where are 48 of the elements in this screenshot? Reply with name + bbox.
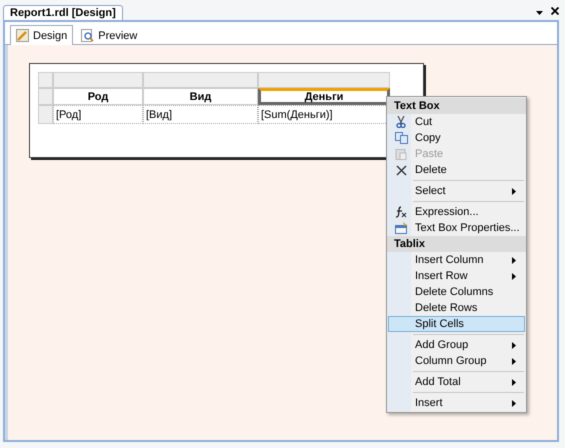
menu-item[interactable]: Column Group <box>388 353 525 369</box>
scissors-icon <box>395 116 407 128</box>
pencil-icon <box>16 29 29 42</box>
view-tab[interactable]: Preview <box>75 25 144 45</box>
submenu-arrow-icon <box>512 188 516 194</box>
header-cell[interactable]: Род <box>53 88 143 105</box>
menu-item[interactable]: Select <box>388 183 525 199</box>
submenu-arrow-icon <box>512 400 516 406</box>
submenu-arrow-icon <box>512 342 516 348</box>
delete-icon <box>396 164 406 176</box>
menu-item[interactable]: Delete Rows <box>388 300 525 316</box>
menu-item[interactable]: Cut <box>388 114 525 130</box>
menu-item[interactable]: Insert Row <box>388 268 525 284</box>
copy-icon <box>394 132 408 144</box>
menu-item[interactable]: Add Group <box>388 337 525 353</box>
magnifier-icon <box>81 29 94 42</box>
menu-item[interactable]: Copy <box>388 130 525 146</box>
function-icon <box>395 206 407 218</box>
menu-item[interactable]: Delete Columns <box>388 284 525 300</box>
corner-handle <box>38 72 53 88</box>
properties-icon <box>394 222 408 234</box>
column-handle[interactable] <box>143 72 258 88</box>
paste-icon <box>395 148 407 160</box>
submenu-arrow-icon <box>512 272 516 280</box>
submenu-arrow-icon <box>512 378 516 386</box>
submenu-arrow-icon <box>512 256 516 264</box>
menu-section-header: Text Box <box>387 98 526 114</box>
table-cell[interactable]: [Вид] <box>143 105 258 124</box>
menu-item[interactable]: Text Box Properties... <box>388 220 525 236</box>
header-cell[interactable]: Вид <box>143 88 258 105</box>
dropdown-icon[interactable] <box>536 11 543 15</box>
menu-item[interactable]: Insert Column <box>388 252 525 268</box>
menu-item[interactable]: Delete <box>388 162 525 178</box>
menu-item[interactable]: Split Cells <box>388 316 525 332</box>
table-cell[interactable]: [Род] <box>53 105 143 124</box>
menu-item[interactable]: Expression... <box>388 204 525 220</box>
view-tab[interactable]: Design <box>10 25 74 45</box>
column-handle[interactable] <box>258 72 390 88</box>
document-tab[interactable]: Report1.rdl [Design] <box>3 5 123 20</box>
submenu-arrow-icon <box>512 358 516 364</box>
header-cell[interactable]: Деньги <box>258 88 390 105</box>
menu-item[interactable]: Add Total <box>388 374 525 390</box>
close-icon[interactable] <box>551 7 559 15</box>
column-handle[interactable] <box>53 72 143 88</box>
menu-section-header: Tablix <box>387 236 526 252</box>
row-handle[interactable] <box>38 105 53 124</box>
menu-item[interactable]: Insert <box>388 395 525 411</box>
row-handle[interactable] <box>38 88 53 105</box>
